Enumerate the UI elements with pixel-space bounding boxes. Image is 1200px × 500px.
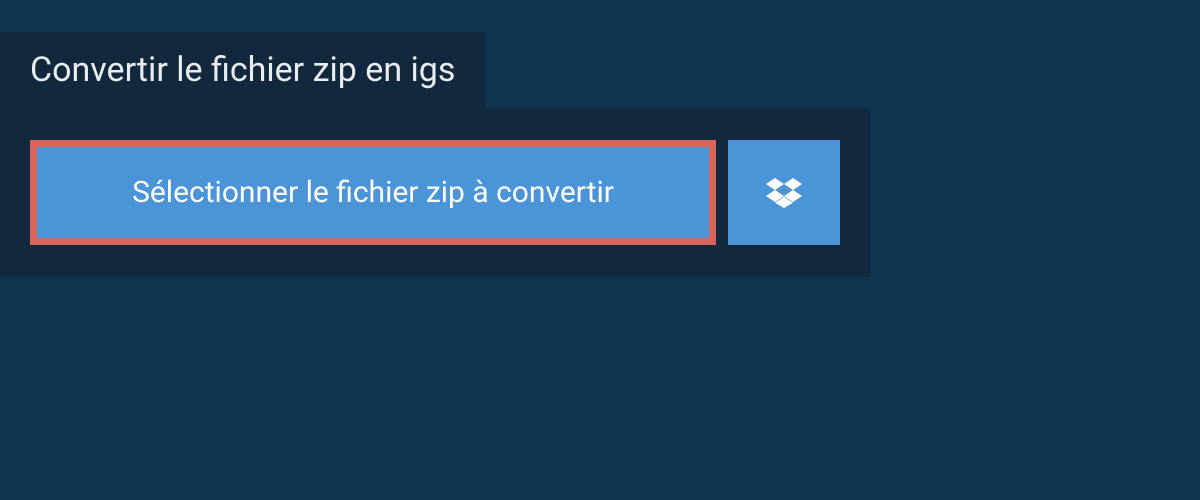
page-title: Convertir le fichier zip en igs <box>30 50 455 90</box>
upload-panel: Sélectionner le fichier zip à convertir <box>0 108 870 277</box>
dropbox-icon <box>766 175 802 211</box>
select-file-button[interactable]: Sélectionner le fichier zip à convertir <box>30 140 716 245</box>
dropbox-button[interactable] <box>728 140 840 245</box>
header-tab: Convertir le fichier zip en igs <box>0 32 485 108</box>
button-row: Sélectionner le fichier zip à convertir <box>30 140 840 245</box>
select-file-label: Sélectionner le fichier zip à convertir <box>132 175 614 210</box>
